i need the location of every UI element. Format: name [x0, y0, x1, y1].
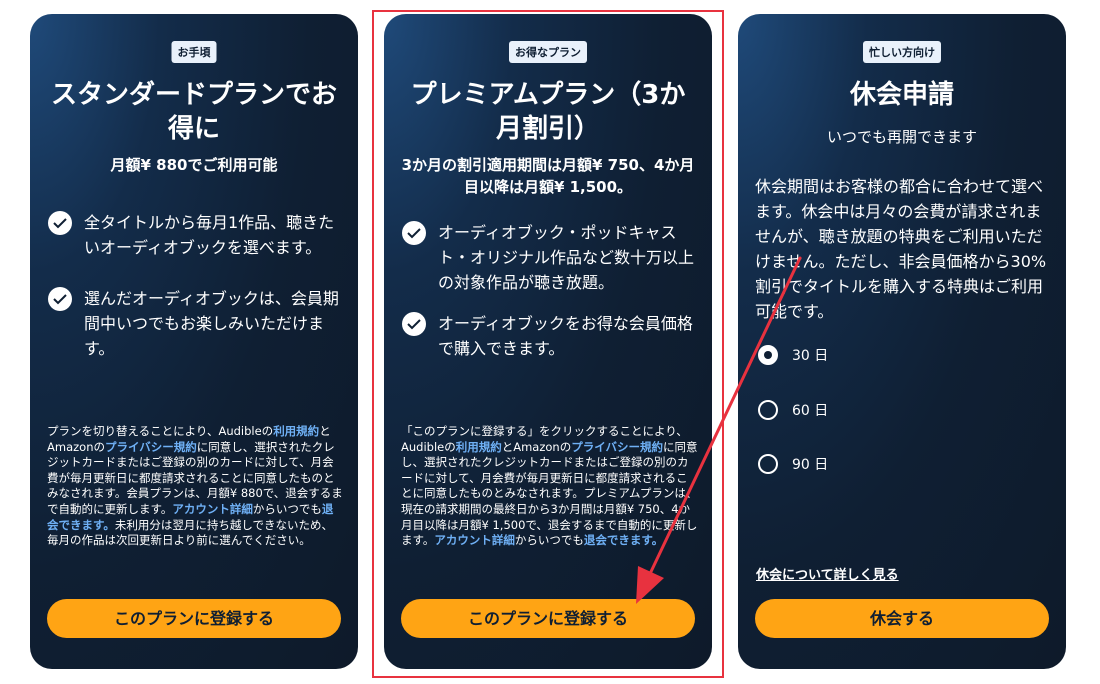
premium-price: 3か月の割引適用期間は月額¥ 750、4か月目以降は月額¥ 1,500。 [401, 156, 695, 196]
option-label: 60 日 [792, 403, 829, 419]
radio-icon[interactable] [758, 400, 778, 420]
premium-feature-1: オーディオブック・ポッドキャスト・オリジナル作品など数十万以上の対象作品が聴き放… [402, 220, 696, 295]
standard-badge: お手頃 [171, 41, 217, 63]
fine-text: とAmazonの [501, 439, 572, 454]
option-label: 90 日 [792, 457, 829, 473]
pause-learn-more-link[interactable]: 休会について詳しく見る [756, 564, 899, 583]
cancel-link[interactable]: 退会できます。 [584, 533, 663, 547]
standard-plan-card: お手頃 スタンダードプランでお得に 月額¥ 880でご利用可能 全タイトルから毎… [30, 14, 358, 669]
radio-icon[interactable] [758, 454, 778, 474]
fine-text: からいつでも [514, 533, 584, 548]
feature-text: 全タイトルから毎月1作品、聴きたいオーディオブックを選べます。 [84, 213, 335, 257]
standard-feature-1: 全タイトルから毎月1作品、聴きたいオーディオブックを選べます。 [48, 210, 342, 260]
feature-text: オーディオブックをお得な会員価格で購入できます。 [438, 314, 693, 358]
option-label: 30 日 [792, 348, 829, 364]
pause-option-90[interactable]: 90 日 [758, 454, 828, 474]
pause-button[interactable]: 休会する [755, 599, 1049, 638]
pause-description: 休会期間はお客様の都合に合わせて選べます。休会中は月々の会費が請求されませんが、… [755, 177, 1047, 321]
fine-text: からいつでも [252, 501, 322, 516]
standard-subscribe-button[interactable]: このプランに登録する [47, 599, 341, 638]
fine-text: プランを切り替えることにより、Audibleの [47, 424, 274, 438]
premium-feature-2: オーディオブックをお得な会員価格で購入できます。 [402, 311, 696, 361]
radio-selected-icon[interactable] [758, 345, 778, 365]
check-icon [402, 221, 426, 245]
terms-link[interactable]: 利用規約 [456, 440, 502, 454]
terms-link[interactable]: 利用規約 [273, 424, 319, 438]
check-icon [402, 312, 426, 336]
check-icon [48, 287, 72, 311]
feature-text: オーディオブック・ポッドキャスト・オリジナル作品など数十万以上の対象作品が聴き放… [438, 223, 695, 292]
fine-text: に同意し、選択されたクレジットカードまたはご登録の別のカードに対して、月会費が毎… [401, 439, 698, 548]
pause-option-60[interactable]: 60 日 [758, 400, 828, 420]
standard-title: スタンダードプランでお得に [50, 80, 337, 144]
privacy-link[interactable]: プライバシー規約 [105, 440, 197, 454]
premium-plan-card: お得なプラン プレミアムプラン（3か月割引） 3か月の割引適用期間は月額¥ 75… [384, 14, 712, 669]
standard-fine-print: プランを切り替えることにより、Audibleの利用規約とAmazonのプライバシ… [47, 424, 344, 549]
pause-membership-card: 忙しい方向け 休会申請 いつでも再開できます 休会期間はお客様の都合に合わせて選… [738, 14, 1066, 669]
premium-badge: お得なプラン [509, 41, 587, 63]
pause-title: 休会申請 [849, 80, 954, 110]
pause-badge: 忙しい方向け [863, 41, 941, 63]
pause-subtitle: いつでも再開できます [826, 128, 977, 146]
pause-option-30[interactable]: 30 日 [758, 345, 828, 365]
premium-title: プレミアムプラン（3か月割引） [410, 80, 686, 144]
privacy-link[interactable]: プライバシー規約 [571, 440, 663, 454]
premium-subscribe-button[interactable]: このプランに登録する [401, 599, 695, 638]
check-icon [48, 211, 72, 235]
premium-fine-print: 「このプランに登録する」をクリックすることにより、Audibleの利用規約とAm… [401, 424, 698, 549]
standard-feature-2: 選んだオーディオブックは、会員期間中いつでもお楽しみいただけます。 [48, 286, 342, 361]
account-details-link[interactable]: アカウント詳細 [434, 533, 515, 547]
account-details-link[interactable]: アカウント詳細 [172, 502, 253, 516]
standard-price: 月額¥ 880でご利用可能 [110, 156, 278, 174]
feature-text: 選んだオーディオブックは、会員期間中いつでもお楽しみいただけます。 [84, 289, 339, 358]
